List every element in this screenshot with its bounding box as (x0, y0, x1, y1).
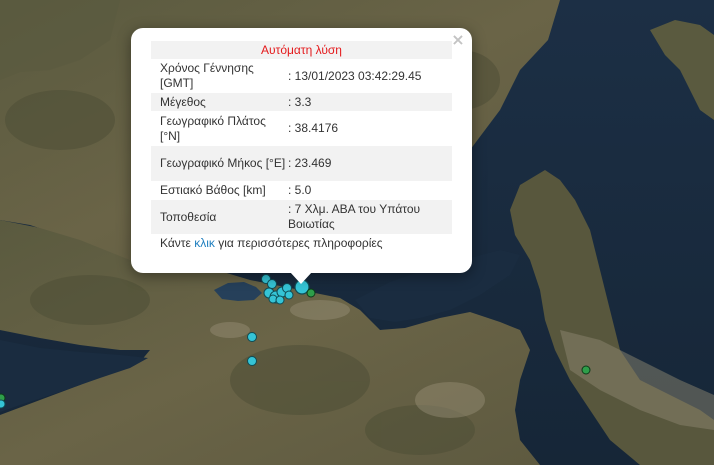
solution-type-heading: Αυτόματη λύση (151, 41, 452, 59)
event-marker[interactable] (247, 332, 257, 342)
table-row: Εστιακό Βάθος [km] : 5.0 (151, 181, 452, 200)
earthquake-popup: × Αυτόματη λύση Χρόνος Γέννησης [GMT] : … (131, 28, 472, 273)
older-event-marker[interactable] (306, 288, 316, 298)
longitude-label: Γεωγραφικό Μήκος [°E] (160, 156, 286, 170)
popup-tip (290, 272, 312, 284)
event-marker[interactable] (275, 295, 285, 305)
table-row: Χρόνος Γέννησης [GMT] : 13/01/2023 03:42… (151, 59, 452, 93)
more-info-link[interactable]: κλικ (194, 236, 215, 250)
magnitude-value: : 3.3 (288, 94, 312, 109)
location-label: Τοποθεσία (160, 209, 217, 224)
event-marker[interactable] (247, 356, 257, 366)
table-row: Μέγεθος : 3.3 (151, 93, 452, 111)
more-info-line: Κάντε κλικ για περισσότερες πληροφορίες (151, 236, 452, 251)
event-marker[interactable] (284, 290, 294, 300)
close-icon[interactable]: × (451, 32, 465, 48)
more-info-prefix: Κάντε (160, 236, 195, 250)
table-row: Τοποθεσία : 7 Χλμ. ΑΒΑ του Υπάτου Βοιωτί… (151, 200, 452, 234)
popup-content: Αυτόματη λύση Χρόνος Γέννησης [GMT] : 13… (151, 41, 452, 251)
origin-time-value: : 13/01/2023 03:42:29.45 (288, 68, 422, 83)
event-info-table: Χρόνος Γέννησης [GMT] : 13/01/2023 03:42… (151, 59, 452, 234)
location-value: : 7 Χλμ. ΑΒΑ του Υπάτου Βοιωτίας (288, 202, 421, 231)
event-marker[interactable] (267, 279, 277, 289)
table-row: Γεωγραφικό Πλάτος [°N] : 38.4176 (151, 111, 452, 146)
depth-label: Εστιακό Βάθος [km] (160, 183, 266, 197)
depth-value: : 5.0 (288, 183, 312, 197)
event-marker[interactable] (0, 399, 6, 409)
latitude-label: Γεωγραφικό Πλάτος [°N] (160, 113, 266, 143)
table-row: Γεωγραφικό Μήκος [°E] : 23.469 (151, 146, 452, 181)
more-info-suffix: για περισσότερες πληροφορίες (214, 236, 383, 250)
latitude-value: : 38.4176 (288, 121, 339, 135)
longitude-value: : 23.469 (288, 156, 332, 170)
origin-time-label: Χρόνος Γέννησης [GMT] (160, 61, 254, 90)
magnitude-label: Μέγεθος (160, 94, 206, 109)
older-event-marker[interactable] (581, 365, 591, 375)
